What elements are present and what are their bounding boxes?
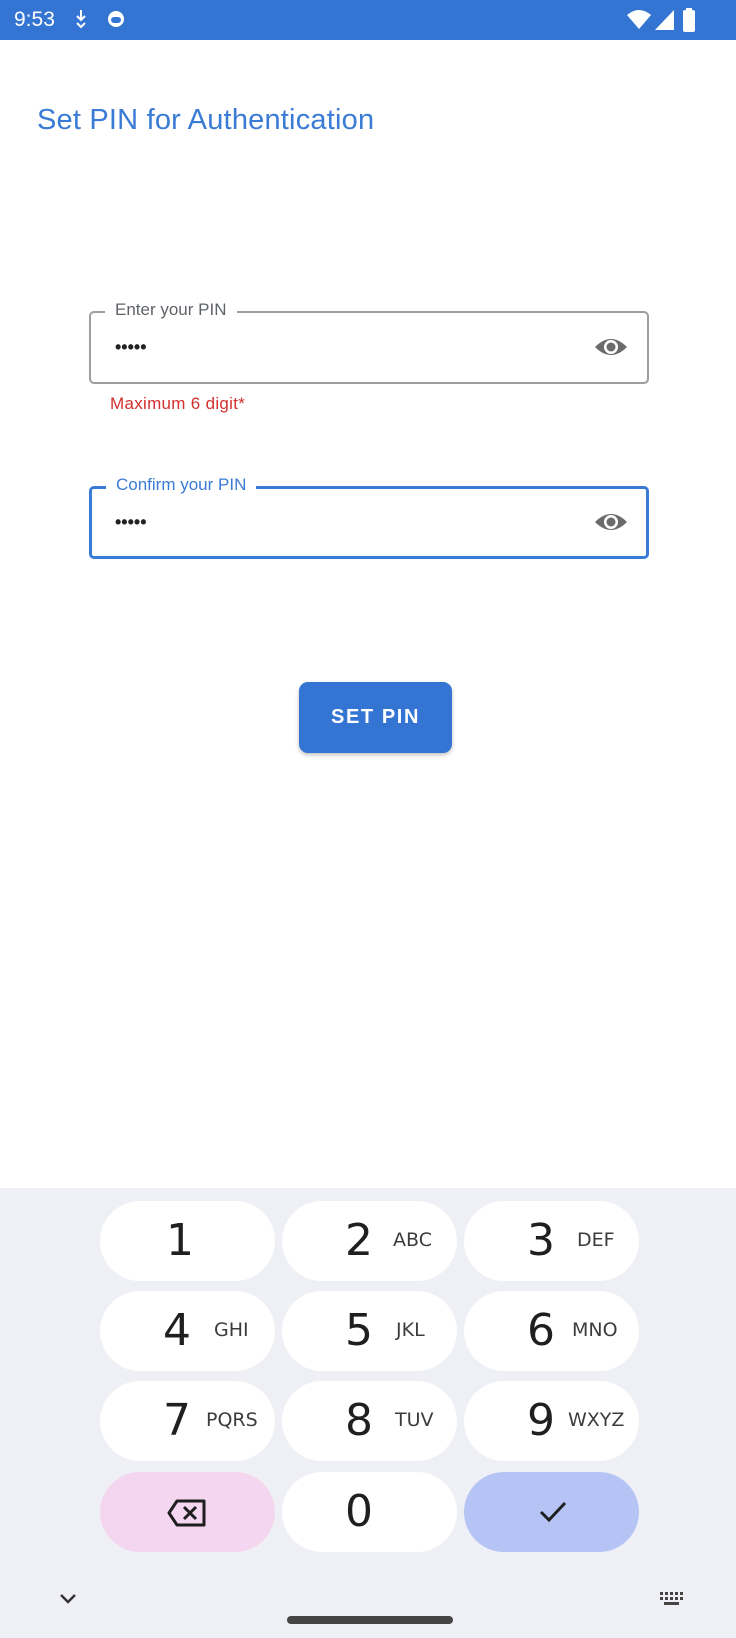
page-title: Set PIN for Authentication bbox=[37, 104, 375, 136]
key-letters: TUV bbox=[395, 1409, 434, 1431]
key-digit: 4 bbox=[163, 1305, 191, 1356]
pin-field-value: ••••• bbox=[115, 337, 147, 357]
key-3[interactable]: 3 DEF bbox=[464, 1201, 639, 1281]
confirm-pin-field[interactable]: Confirm your PIN ••••• bbox=[89, 475, 649, 559]
set-pin-button[interactable]: SET PIN bbox=[299, 682, 452, 753]
app-content: Set PIN for Authentication Enter your PI… bbox=[0, 40, 736, 1190]
key-1[interactable]: 1 bbox=[100, 1201, 275, 1281]
pin-error-message: Maximum 6 digit* bbox=[110, 394, 246, 413]
pin-field[interactable]: Enter your PIN ••••• bbox=[89, 300, 649, 384]
key-8[interactable]: 8 TUV bbox=[282, 1381, 457, 1461]
key-6[interactable]: 6 MNO bbox=[464, 1291, 639, 1371]
confirm-pin-field-value: ••••• bbox=[115, 512, 147, 532]
chevron-down-icon[interactable] bbox=[58, 1592, 78, 1606]
key-letters: JKL bbox=[396, 1319, 425, 1341]
key-digit: 6 bbox=[527, 1305, 555, 1356]
key-digit: 2 bbox=[345, 1215, 373, 1266]
key-letters: PQRS bbox=[206, 1409, 258, 1431]
key-letters: ABC bbox=[393, 1229, 432, 1251]
status-bar: 9:53 bbox=[0, 0, 736, 40]
key-4[interactable]: 4 GHI bbox=[100, 1291, 275, 1371]
key-0[interactable]: 0 bbox=[282, 1472, 457, 1552]
key-letters: MNO bbox=[572, 1319, 618, 1341]
key-letters: DEF bbox=[577, 1229, 615, 1251]
download-arrow-icon bbox=[76, 10, 86, 29]
key-letters: WXYZ bbox=[568, 1409, 625, 1431]
app-face-icon bbox=[108, 11, 124, 27]
key-digit: 9 bbox=[527, 1395, 555, 1446]
backspace-icon bbox=[167, 1499, 206, 1527]
key-digit: 7 bbox=[163, 1395, 191, 1446]
key-2[interactable]: 2 ABC bbox=[282, 1201, 457, 1281]
backspace-key[interactable] bbox=[100, 1472, 275, 1552]
confirm-pin-field-label: Confirm your PIN bbox=[106, 475, 257, 495]
key-digit: 3 bbox=[527, 1215, 555, 1266]
key-digit: 0 bbox=[345, 1486, 373, 1537]
battery-icon bbox=[683, 8, 695, 32]
key-9[interactable]: 9 WXYZ bbox=[464, 1381, 639, 1461]
key-digit: 5 bbox=[345, 1305, 373, 1356]
pin-field-label: Enter your PIN bbox=[105, 300, 237, 320]
key-7[interactable]: 7 PQRS bbox=[100, 1381, 275, 1461]
numeric-keyboard: 1 2 ABC 3 DEF 4 GHI 5 JKL 6 MNO 7 PQRS 8… bbox=[0, 1188, 736, 1638]
status-time: 9:53 bbox=[14, 8, 55, 31]
eye-icon[interactable] bbox=[593, 333, 629, 361]
eye-icon[interactable] bbox=[593, 508, 629, 536]
key-digit: 1 bbox=[166, 1215, 194, 1266]
key-digit: 8 bbox=[345, 1395, 373, 1446]
enter-key[interactable] bbox=[464, 1472, 639, 1552]
home-indicator[interactable] bbox=[287, 1616, 453, 1624]
keyboard-icon[interactable] bbox=[659, 1591, 685, 1607]
key-5[interactable]: 5 JKL bbox=[282, 1291, 457, 1371]
cell-signal-icon bbox=[655, 10, 674, 30]
wifi-icon bbox=[627, 10, 651, 29]
key-letters: GHI bbox=[214, 1319, 249, 1341]
checkmark-icon bbox=[539, 1501, 567, 1523]
